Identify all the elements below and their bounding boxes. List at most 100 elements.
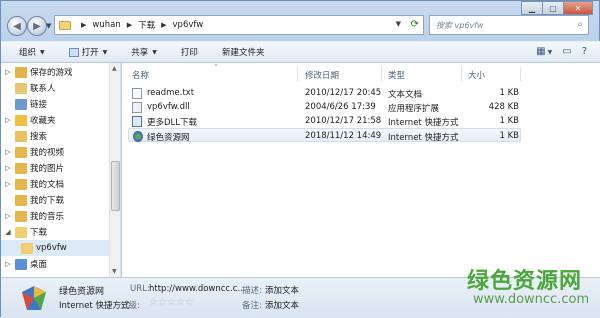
back-arrow-icon: ◀ xyxy=(13,20,21,32)
organize-label: 组织 xyxy=(19,48,37,58)
sidebar-item-saved-games[interactable]: ▷ 保存的游戏 xyxy=(1,64,109,80)
saved-games-icon xyxy=(15,66,27,78)
sidebar-item-desktop[interactable]: ▷ 桌面 xyxy=(1,256,109,272)
expand-icon[interactable]: ▷ xyxy=(1,212,15,220)
column-header-name[interactable]: 名称 xyxy=(132,67,149,83)
view-dropdown-icon[interactable]: ▼ xyxy=(548,49,553,57)
sidebar-item-my-downloads[interactable]: 我的下载 xyxy=(1,192,109,208)
sidebar-item-pictures[interactable]: ▷ 我的图片 xyxy=(1,160,109,176)
file-size: 1 KB xyxy=(499,88,519,98)
breadcrumb-wuhan[interactable]: wuhan xyxy=(92,20,120,30)
open-label: 打开 xyxy=(81,48,99,58)
column-divider[interactable] xyxy=(520,67,521,81)
text-file-icon xyxy=(132,88,142,99)
internet-shortcut-icon xyxy=(132,116,142,127)
sidebar-item-label: 我的图片 xyxy=(30,164,65,174)
breadcrumb-separator-icon[interactable]: ▶ xyxy=(81,21,86,29)
print-button[interactable]: 打印 xyxy=(181,46,198,58)
window-controls: ▁ ▢ ✕ xyxy=(521,1,593,15)
navigation-bar: ◀ ▶ ▼ ▶ wuhan ▶ 下载 ▶ vp6vfw ▼ ⟳ 搜索 vp6vf… xyxy=(1,1,600,41)
file-size: 428 KB xyxy=(488,102,519,112)
organize-button[interactable]: 组织 ▼ xyxy=(19,46,45,58)
sidebar-item-search[interactable]: 搜索 xyxy=(1,128,109,144)
sidebar-item-documents[interactable]: ▷ 我的文档 xyxy=(1,176,109,192)
sidebar-item-contacts[interactable]: 联系人 xyxy=(1,80,109,96)
file-date: 2004/6/26 17:39 xyxy=(305,102,376,112)
breadcrumb-separator-icon[interactable]: ▶ xyxy=(161,21,166,29)
scroll-down-icon[interactable]: ▼ xyxy=(112,268,117,275)
file-row[interactable]: readme.txt 2010/12/17 20:45 文本文档 1 KB xyxy=(128,86,521,100)
maximize-button[interactable]: ▢ xyxy=(542,1,564,15)
file-type: Internet 快捷方式 xyxy=(388,133,459,143)
downloads-icon xyxy=(15,194,27,206)
sidebar-item-download[interactable]: ◢ 下载 xyxy=(1,224,109,240)
search-input[interactable]: 搜索 vp6vfw ⌕ xyxy=(429,15,589,35)
watermark-title: 绿色资源网 xyxy=(467,269,583,294)
download-folder-icon xyxy=(15,226,27,238)
expand-icon[interactable]: ▷ xyxy=(1,260,15,268)
breadcrumb-download[interactable]: 下载 xyxy=(138,19,155,31)
file-name: vp6vfw.dll xyxy=(147,102,190,112)
refresh-icon[interactable]: ⟳ xyxy=(411,19,419,30)
search-icon[interactable]: ⌕ xyxy=(577,19,583,30)
url-value[interactable]: http://www.downcc.c... xyxy=(149,284,246,294)
expand-icon[interactable]: ▷ xyxy=(1,180,15,188)
expand-icon[interactable]: ▷ xyxy=(1,116,15,124)
expand-icon[interactable]: ▷ xyxy=(1,68,15,76)
close-button[interactable]: ✕ xyxy=(563,1,593,15)
file-type: 文本文档 xyxy=(388,90,423,100)
new-folder-button[interactable]: 新建文件夹 xyxy=(222,46,265,58)
collapse-icon[interactable]: ◢ xyxy=(1,228,15,236)
column-header-date[interactable]: 修改日期 xyxy=(305,67,339,83)
sidebar-item-label: 我的音乐 xyxy=(30,212,65,222)
file-row[interactable]: 更多DLL下载 2010/12/17 21:58 Internet 快捷方式 1… xyxy=(128,114,521,128)
rating-stars[interactable]: ☆☆☆☆☆ xyxy=(149,297,194,308)
nav-scrollbar[interactable]: ▲ ▼ xyxy=(109,63,120,277)
favorites-icon xyxy=(15,114,27,126)
sidebar-item-label: 收藏夹 xyxy=(30,116,56,126)
column-header-type[interactable]: 类型 xyxy=(388,67,405,83)
share-label: 共享 xyxy=(131,48,149,58)
expand-icon[interactable]: ▷ xyxy=(1,164,15,172)
help-icon[interactable]: ? xyxy=(582,46,587,57)
address-bar[interactable]: ▶ wuhan ▶ 下载 ▶ vp6vfw ▼ ⟳ xyxy=(54,15,424,35)
open-button[interactable]: 打开 ▼ xyxy=(68,46,107,58)
back-button[interactable]: ◀ xyxy=(7,16,27,36)
description-value[interactable]: 添加文本 xyxy=(265,284,299,296)
description-label: 描述: xyxy=(242,286,262,296)
desktop-icon xyxy=(15,258,27,270)
scrollbar-thumb[interactable] xyxy=(111,161,120,211)
preview-pane-icon[interactable]: ▭ xyxy=(562,46,571,57)
expand-icon[interactable]: ▷ xyxy=(1,148,15,156)
file-row[interactable]: vp6vfw.dll 2004/6/26 17:39 应用程序扩展 428 KB xyxy=(128,100,521,114)
remark-value[interactable]: 添加文本 xyxy=(265,299,299,311)
open-icon xyxy=(68,47,79,57)
recent-pages-dropdown[interactable]: ▼ xyxy=(46,22,51,30)
minimize-button[interactable]: ▁ xyxy=(521,1,543,15)
sidebar-item-music[interactable]: ▷ 我的音乐 xyxy=(1,208,109,224)
file-type: 应用程序扩展 xyxy=(388,104,440,114)
file-row[interactable]: 绿色资源网 2018/11/12 14:49 Internet 快捷方式 1 K… xyxy=(128,128,521,143)
view-options-icon[interactable]: ▦ xyxy=(536,46,545,57)
sidebar-item-label: 下载 xyxy=(30,228,48,238)
breadcrumb-vp6vfw[interactable]: vp6vfw xyxy=(173,20,204,30)
sidebar-item-vp6vfw[interactable]: vp6vfw xyxy=(1,240,109,256)
print-label: 打印 xyxy=(180,48,198,58)
address-history-dropdown[interactable]: ▼ xyxy=(396,20,401,28)
column-header-size[interactable]: 大小 xyxy=(468,67,485,83)
file-date: 2018/11/12 14:49 xyxy=(305,131,382,141)
music-icon xyxy=(15,210,27,222)
sidebar-item-videos[interactable]: ▷ 我的视频 xyxy=(1,144,109,160)
sidebar-item-links[interactable]: 链接 xyxy=(1,96,109,112)
breadcrumb-separator-icon[interactable]: ▶ xyxy=(127,21,132,29)
column-divider[interactable] xyxy=(381,67,382,81)
details-type: Internet 快捷方式 xyxy=(59,301,130,311)
column-divider[interactable] xyxy=(297,67,298,81)
videos-icon xyxy=(15,146,27,158)
command-bar: 组织 ▼ 打开 ▼ 共享 ▼ 打印 新建文件夹 ▦ ▼ ▭ ? xyxy=(1,41,600,63)
share-button[interactable]: 共享 ▼ xyxy=(131,46,157,58)
sidebar-item-favorites[interactable]: ▷ 收藏夹 xyxy=(1,112,109,128)
forward-button[interactable]: ▶ xyxy=(27,16,47,36)
column-divider[interactable] xyxy=(461,67,462,81)
scroll-up-icon[interactable]: ▲ xyxy=(112,65,117,72)
